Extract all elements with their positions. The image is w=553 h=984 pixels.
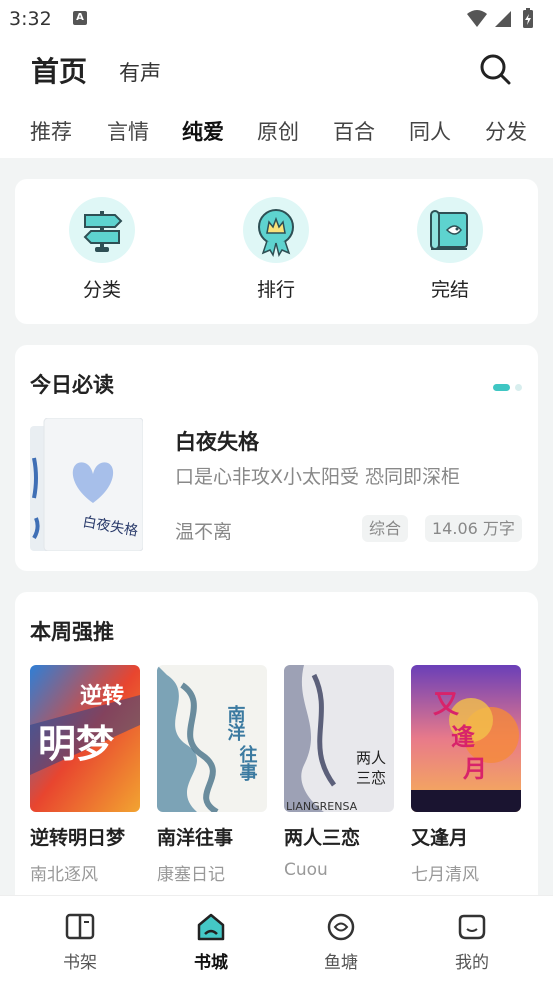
section-title: 今日必读 <box>30 373 114 397</box>
tab-romance[interactable]: 言情 <box>107 116 149 146</box>
ranking-badge-icon <box>243 197 309 263</box>
svg-text:逢: 逢 <box>451 723 475 751</box>
svg-text:LIANGRENSA: LIANGRENSA <box>286 800 358 812</box>
svg-text:两人: 两人 <box>356 749 386 767</box>
nav-label: 书架 <box>63 953 97 973</box>
book-title[interactable]: 两人三恋 <box>284 823 394 850</box>
svg-text:往事: 往事 <box>237 744 258 782</box>
svg-text:逆转: 逆转 <box>80 683 124 709</box>
bookstore-icon <box>197 913 225 941</box>
quick-link-completed[interactable]: 完结 <box>410 197 490 302</box>
nav-label: 鱼塘 <box>324 953 358 973</box>
profile-icon <box>458 914 486 940</box>
svg-text:月: 月 <box>462 755 487 783</box>
book-author: 温不离 <box>175 521 233 543</box>
signal-icon <box>495 11 511 27</box>
nav-fishpond[interactable]: 鱼塘 <box>301 912 381 973</box>
signpost-icon <box>69 197 135 263</box>
book-item[interactable]: 南洋 往事 南洋往事 康塞日记 <box>157 665 267 885</box>
quick-link-label: 完结 <box>430 279 469 301</box>
book-title[interactable]: 白夜失格 <box>175 426 259 456</box>
book-cover[interactable]: 又 逢 月 <box>411 665 521 812</box>
book-author: 七月清风 <box>411 865 479 885</box>
svg-text:三恋: 三恋 <box>356 769 386 787</box>
nav-bookshelf[interactable]: 书架 <box>40 912 120 973</box>
quick-link-label: 分类 <box>82 279 121 301</box>
tab-pure-love-label: 纯爱 <box>182 120 224 144</box>
tab-pure-love[interactable]: 纯爱 <box>182 116 224 146</box>
book-description: 口是心非攻X小太阳受 恐同即深柜 <box>175 466 461 488</box>
book-title[interactable]: 又逢月 <box>411 823 521 850</box>
carousel-indicator <box>493 377 522 396</box>
svg-text:明梦: 明梦 <box>38 722 114 766</box>
tab-yuri[interactable]: 百合 <box>333 116 375 146</box>
book-item[interactable]: 逆转 明梦 逆转明日梦 南北逐风 <box>30 665 140 885</box>
nav-label: 我的 <box>455 953 489 973</box>
book-author: 康塞日记 <box>157 865 225 885</box>
book-title[interactable]: 逆转明日梦 <box>30 823 140 850</box>
svg-text:南洋: 南洋 <box>225 704 246 742</box>
carousel-dot <box>515 384 522 391</box>
word-count-tag: 14.06 万字 <box>425 515 522 542</box>
category-tabs: 推荐 言情 纯爱 原创 百合 同人 分发 <box>0 116 553 150</box>
completed-scroll-icon <box>417 197 483 263</box>
book-item[interactable]: 两人 三恋 LIANGRENSA 两人三恋 Cuou <box>284 665 394 880</box>
quick-link-ranking[interactable]: 排行 <box>236 197 316 302</box>
tab-distribution[interactable]: 分发 <box>485 116 527 146</box>
quick-link-label: 排行 <box>256 279 295 301</box>
quick-link-category[interactable]: 分类 <box>62 197 142 302</box>
page-title[interactable]: 首页 <box>31 50 87 90</box>
book-cover[interactable]: 两人 三恋 LIANGRENSA <box>284 665 394 812</box>
notification-icon: A <box>73 11 87 25</box>
book-cover[interactable]: 南洋 往事 <box>157 665 267 812</box>
status-time: 3:32 <box>9 8 52 30</box>
header: 首页 有声 推荐 言情 纯爱 原创 百合 同人 分发 <box>0 38 553 158</box>
carousel-dot-active <box>493 384 510 391</box>
book-cover[interactable]: 逆转 明梦 <box>30 665 140 812</box>
nav-bookstore[interactable]: 书城 <box>171 912 251 973</box>
bookshelf-icon <box>65 913 95 940</box>
tab-recommend[interactable]: 推荐 <box>30 116 72 146</box>
genre-tag: 综合 <box>362 515 409 542</box>
nav-profile[interactable]: 我的 <box>432 912 512 973</box>
section-title: 本周强推 <box>30 620 114 644</box>
book-item[interactable]: 又 逢 月 又逢月 七月清风 <box>411 665 521 885</box>
nav-label: 书城 <box>194 953 228 973</box>
today-must-read-card: 今日必读 白夜失格 白夜失格 口是心非攻X小太阳受 恐同即深柜 温不离 综合 1… <box>15 345 538 571</box>
tab-original[interactable]: 原创 <box>257 116 299 146</box>
audio-tab[interactable]: 有声 <box>119 57 161 87</box>
status-bar: 3:32 A <box>0 0 553 38</box>
book-cover[interactable]: 白夜失格 <box>30 417 144 552</box>
wifi-icon <box>467 10 487 27</box>
search-icon[interactable] <box>479 53 511 85</box>
book-author: 南北逐风 <box>30 865 98 885</box>
bottom-nav: 书架 书城 鱼塘 我的 <box>0 895 553 984</box>
fishpond-icon <box>327 913 355 941</box>
tab-fanfic[interactable]: 同人 <box>409 116 451 146</box>
book-title[interactable]: 南洋往事 <box>157 823 267 850</box>
battery-icon <box>523 8 533 28</box>
quick-links-card: 分类 排行 完结 <box>15 179 538 324</box>
weekly-recommend-card: 本周强推 逆转 明梦 逆转明日梦 南北逐风 南洋 往事 南洋往事 康塞日记 两人… <box>15 592 538 902</box>
book-author: Cuou <box>284 860 328 880</box>
svg-text:又: 又 <box>433 690 460 720</box>
status-icons <box>463 8 543 34</box>
